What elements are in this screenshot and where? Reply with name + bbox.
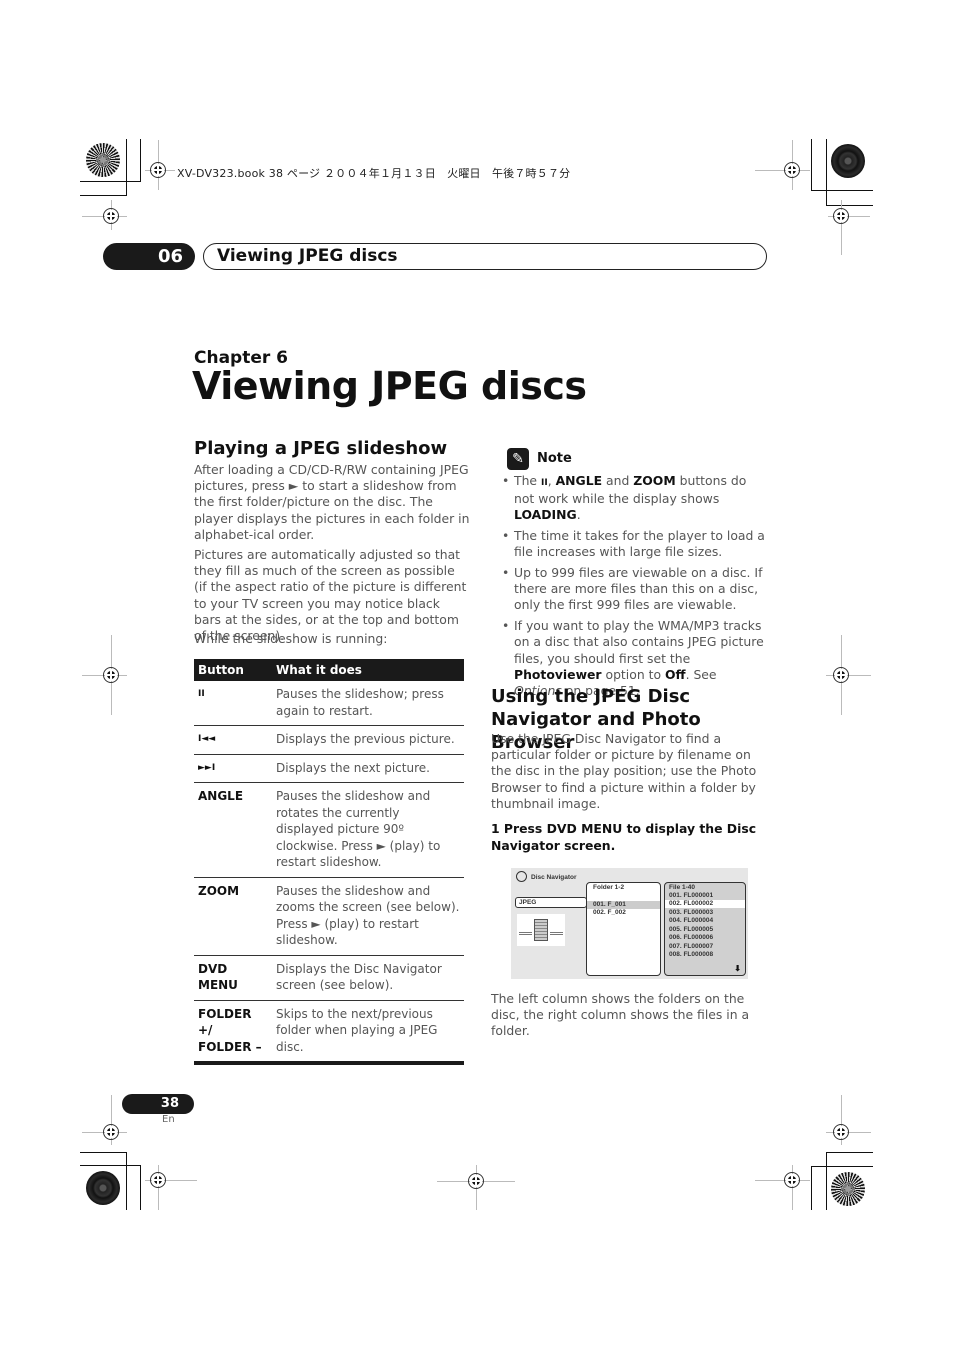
registration-mark-icon [103, 667, 119, 683]
folder-item: 002. F_002 [593, 909, 626, 916]
page-number: 38 [122, 1094, 194, 1114]
button-name-cell: FOLDER +/ FOLDER – [194, 1000, 272, 1065]
step-instruction: 1 Press DVD MENU to display the Disc Nav… [491, 821, 757, 853]
page-language: En [162, 1114, 175, 1125]
text: option to [601, 666, 665, 682]
file-item-selected: 002. FL000002 [665, 900, 745, 908]
registration-mark-icon [833, 208, 849, 224]
section-heading-slideshow: Playing a JPEG slideshow [194, 438, 448, 459]
table-row: ►►I Displays the next picture. [194, 754, 464, 783]
column-header-action: What it does [272, 659, 464, 681]
registration-mark-icon [103, 208, 119, 224]
registration-mark-icon [150, 162, 166, 178]
table-row: FOLDER +/ FOLDER – Skips to the next/pre… [194, 1000, 464, 1065]
note-item: The time it takes for the player to load… [497, 528, 767, 560]
action-cell: Displays the next picture. [272, 754, 464, 783]
file-item: 001. FL000001 [669, 892, 714, 899]
table-row: DVD MENU Displays the Disc Navigator scr… [194, 955, 464, 1001]
print-file-info: XV-DV323.book 38 ページ ２００４年１月１３日 火曜日 午後７時… [177, 167, 571, 180]
button-name-cell: DVD MENU [194, 955, 272, 1001]
paragraph: The left column shows the folders on the… [491, 991, 750, 1039]
chapter-number-badge: 06 [103, 243, 195, 270]
starburst-mark-icon [831, 1172, 865, 1206]
keyword: ANGLE [555, 473, 603, 488]
paragraph: While the slideshow is running: [194, 631, 388, 646]
action-cell: Pauses the slideshow; press again to res… [272, 681, 464, 726]
action-cell: Pauses the slideshow and rotates the cur… [272, 782, 464, 878]
action-cell: Displays the previous picture. [272, 725, 464, 755]
text: The [514, 473, 541, 488]
registration-mark-icon [833, 1124, 849, 1140]
file-item: 007. FL000007 [669, 943, 714, 950]
registration-mark-icon [833, 667, 849, 683]
text: and [602, 473, 634, 488]
running-header-title: Viewing JPEG discs [203, 243, 767, 270]
file-item: 005. FL000005 [669, 926, 714, 933]
folder-list: Folder 1-2 001. F_001 002. F_002 [586, 882, 661, 976]
folder-header: Folder 1-2 [593, 884, 625, 891]
note-item: The II, ANGLE and ZOOM buttons do not wo… [497, 473, 767, 524]
note-item: Up to 999 files are viewable on a disc. … [497, 565, 767, 614]
arrow-down-icon: ⬇ [734, 964, 741, 973]
keyword: LOADING [514, 507, 577, 523]
table-row: ZOOM Pauses the slideshow and zooms the … [194, 877, 464, 956]
column-header-button: Button [194, 659, 272, 681]
file-item: 003. FL000003 [669, 909, 714, 916]
file-item: 006. FL000006 [669, 934, 714, 941]
jpeg-thumbnail-icon [517, 914, 565, 946]
crop-mark [80, 195, 127, 196]
note-title: Note [537, 451, 572, 466]
table-header-row: Button What it does [194, 659, 464, 681]
registration-mark-icon [150, 1172, 166, 1188]
pause-icon: II [540, 478, 548, 488]
pencil-icon: ✎ [507, 448, 529, 470]
screen-title: Disc Navigator [531, 874, 577, 881]
file-header: File 1-40 [669, 884, 696, 891]
text: . [576, 507, 581, 523]
action-cell: Skips to the next/previous folder when p… [272, 1000, 464, 1065]
table-row: II Pauses the slideshow; press again to … [194, 681, 464, 726]
table-row: ANGLE Pauses the slideshow and rotates t… [194, 782, 464, 878]
registration-mark-icon [468, 1173, 484, 1189]
file-item: 004. FL000004 [669, 917, 714, 924]
media-type-tab: JPEG [515, 897, 587, 908]
disc-mark-icon [86, 1171, 120, 1205]
note-list: The II, ANGLE and ZOOM buttons do not wo… [497, 473, 767, 704]
disc-mark-icon [831, 144, 865, 178]
crop-mark [140, 139, 141, 182]
file-list: File 1-40 001. FL000001 002. FL000002 00… [664, 882, 746, 976]
text: , [547, 473, 556, 488]
paragraph: Pictures are automatically adjusted so t… [194, 547, 467, 644]
registration-mark-icon [784, 162, 800, 178]
next-icon: ►►I [194, 754, 272, 783]
action-cell: Pauses the slideshow and zooms the scree… [272, 877, 464, 956]
paragraph: Use the JPEG Disc Navigator to find a pa… [491, 731, 757, 811]
button-name-cell: ZOOM [194, 877, 272, 956]
crop-mark [126, 139, 127, 196]
registration-mark-icon [784, 1172, 800, 1188]
registration-mark-icon [103, 1124, 119, 1140]
disc-icon [516, 871, 527, 882]
previous-icon: I◄◄ [194, 725, 272, 755]
folder-item-selected: 001. F_001 [587, 901, 660, 909]
text: . See [685, 666, 717, 682]
table-row: I◄◄ Displays the previous picture. [194, 725, 464, 755]
keyword: ZOOM [633, 473, 676, 488]
page-title: Viewing JPEG discs [192, 364, 587, 408]
text: If you want to play the WMA/MP3 tracks o… [514, 618, 764, 666]
keyword: Off [664, 666, 686, 682]
file-item: 008. FL000008 [669, 951, 714, 958]
pause-icon: II [194, 681, 272, 726]
button-name-cell: ANGLE [194, 782, 272, 878]
starburst-mark-icon [86, 143, 120, 177]
action-cell: Displays the Disc Navigator screen (see … [272, 955, 464, 1001]
crop-mark [80, 181, 141, 182]
button-function-table: Button What it does II Pauses the slides… [194, 659, 464, 1065]
paragraph: After loading a CD/CD-R/RW containing JP… [194, 462, 470, 542]
disc-navigator-screenshot: Disc Navigator JPEG Folder 1-2 001. F_00… [511, 868, 748, 979]
keyword: Photoviewer [514, 666, 602, 682]
